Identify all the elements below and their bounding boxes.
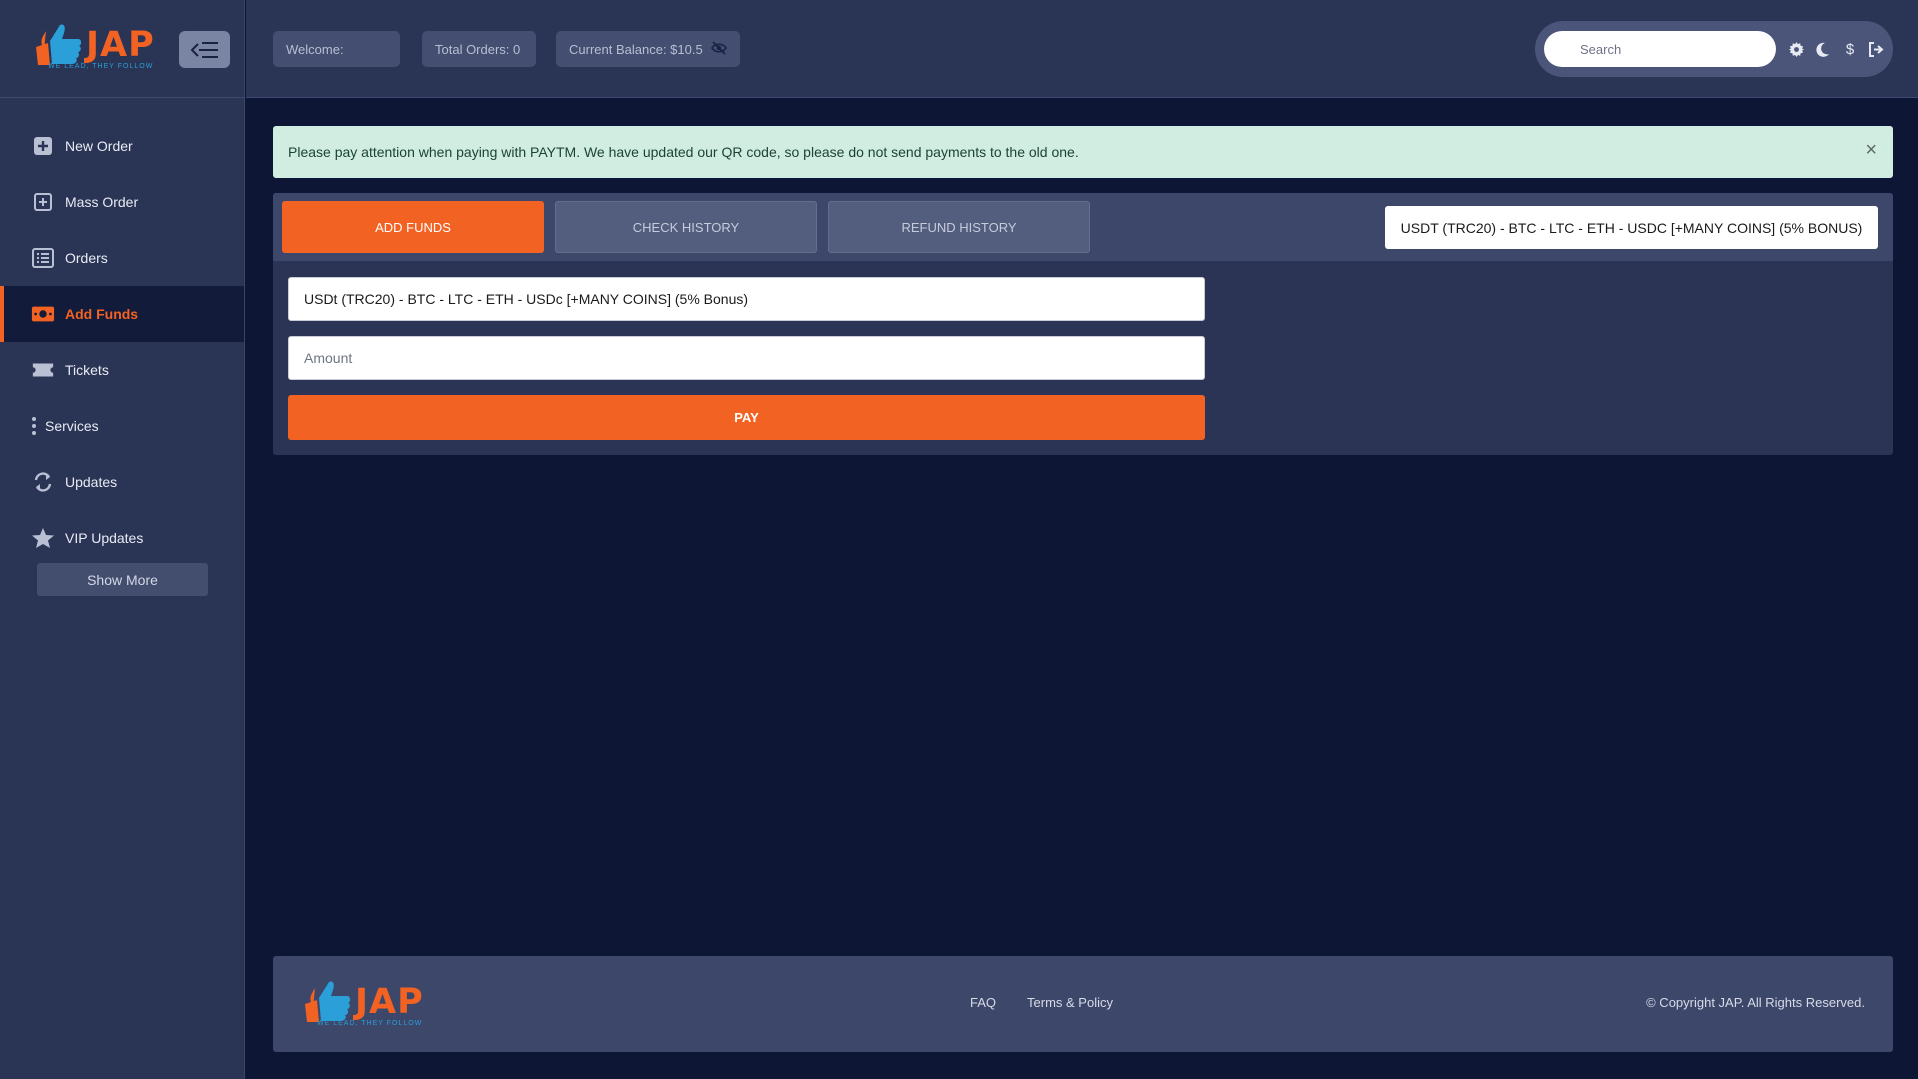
top-header: Welcome: Total Orders: 0 Current Balance… xyxy=(246,0,1918,98)
brand-name: JAP xyxy=(355,982,424,1022)
brand-name: JAP xyxy=(86,25,155,65)
pay-button[interactable]: PAY xyxy=(288,395,1205,440)
dollar-icon[interactable]: $ xyxy=(1839,38,1861,60)
thumbs-up-logo-icon xyxy=(305,981,351,1022)
footer: JAP WE LEAD, THEY FOLLOW FAQ Terms & Pol… xyxy=(273,956,1893,1052)
alert-text: Please pay attention when paying with PA… xyxy=(288,144,1079,160)
logo-area: JAP WE LEAD, THEY FOLLOW xyxy=(0,0,244,98)
star-icon xyxy=(31,527,55,549)
payment-method-select[interactable]: USDt (TRC20) - BTC - LTC - ETH - USDc [+… xyxy=(288,277,1205,321)
sidebar-item-mass-order[interactable]: Mass Order xyxy=(0,174,244,230)
copyright-text: © Copyright JAP. All Rights Reserved. xyxy=(1646,995,1865,1010)
paytm-alert: Please pay attention when paying with PA… xyxy=(273,126,1893,178)
total-orders-pill: Total Orders: 0 xyxy=(422,31,536,67)
plus-square-icon xyxy=(31,135,55,157)
brand-logo[interactable]: JAP WE LEAD, THEY FOLLOW xyxy=(34,19,154,73)
sidebar-item-vip-updates[interactable]: VIP Updates xyxy=(0,510,244,566)
add-funds-panel: ADD FUNDS CHECK HISTORY REFUND HISTORY U… xyxy=(273,193,1893,455)
sidebar-item-label: Tickets xyxy=(65,362,109,378)
welcome-pill: Welcome: xyxy=(273,31,400,67)
panel-header: ADD FUNDS CHECK HISTORY REFUND HISTORY U… xyxy=(273,193,1893,261)
sidebar-item-updates[interactable]: Updates xyxy=(0,454,244,510)
sidebar-item-label: Mass Order xyxy=(65,194,139,210)
tab-add-funds[interactable]: ADD FUNDS xyxy=(282,201,544,253)
sidebar: JAP WE LEAD, THEY FOLLOW New Order Mass … xyxy=(0,0,245,1079)
sidebar-item-new-order[interactable]: New Order xyxy=(0,118,244,174)
show-more-button[interactable]: Show More xyxy=(37,563,208,596)
footer-link-faq[interactable]: FAQ xyxy=(970,995,996,1010)
amount-input[interactable] xyxy=(304,337,1204,379)
footer-link-terms[interactable]: Terms & Policy xyxy=(1027,995,1113,1010)
money-icon xyxy=(31,303,55,325)
sidebar-item-label: Add Funds xyxy=(65,306,139,322)
sidebar-item-add-funds[interactable]: Add Funds xyxy=(0,286,244,342)
sidebar-item-label: Orders xyxy=(65,250,108,266)
payment-method-value: USDt (TRC20) - BTC - LTC - ETH - USDc [+… xyxy=(304,291,749,307)
brand-tagline: WE LEAD, THEY FOLLOW xyxy=(317,1020,423,1027)
footer-links: FAQ Terms & Policy xyxy=(970,995,1113,1010)
sidebar-toggle-button[interactable] xyxy=(179,31,230,68)
ticket-icon xyxy=(31,359,55,381)
vertical-dots-icon xyxy=(31,415,37,437)
sidebar-item-label: New Order xyxy=(65,138,133,154)
sidebar-item-label: Services xyxy=(45,418,99,434)
list-icon xyxy=(31,247,55,269)
balance-pill[interactable]: Current Balance: $10.5 xyxy=(556,31,740,67)
logout-icon[interactable] xyxy=(1865,38,1887,60)
payment-method-header-select[interactable]: USDT (TRC20) - BTC - LTC - ETH - USDC [+… xyxy=(1385,206,1878,249)
plus-square-outline-icon xyxy=(31,191,55,213)
gear-icon[interactable] xyxy=(1785,38,1807,60)
sidebar-item-label: VIP Updates xyxy=(65,530,144,546)
sync-icon xyxy=(31,471,55,493)
sidebar-item-orders[interactable]: Orders xyxy=(0,230,244,286)
sidebar-item-services[interactable]: Services xyxy=(0,398,244,454)
search-input[interactable] xyxy=(1544,31,1776,67)
eye-slash-icon[interactable] xyxy=(710,40,727,58)
amount-field[interactable] xyxy=(288,336,1205,380)
brand-tagline: WE LEAD, THEY FOLLOW xyxy=(48,63,154,70)
header-tools: $ xyxy=(1535,21,1893,77)
thumbs-up-logo-icon xyxy=(36,24,82,65)
tab-check-history[interactable]: CHECK HISTORY xyxy=(555,201,817,253)
close-icon[interactable]: × xyxy=(1865,140,1877,160)
menu-collapse-icon xyxy=(190,41,218,58)
footer-logo[interactable]: JAP WE LEAD, THEY FOLLOW xyxy=(303,976,423,1030)
sidebar-item-tickets[interactable]: Tickets xyxy=(0,342,244,398)
balance-text: Current Balance: $10.5 xyxy=(569,41,703,57)
sidebar-item-label: Updates xyxy=(65,474,118,490)
tab-refund-history[interactable]: REFUND HISTORY xyxy=(828,201,1090,253)
sidebar-nav: New Order Mass Order Orders Add Funds Ti… xyxy=(0,118,244,566)
moon-icon[interactable] xyxy=(1812,38,1834,60)
